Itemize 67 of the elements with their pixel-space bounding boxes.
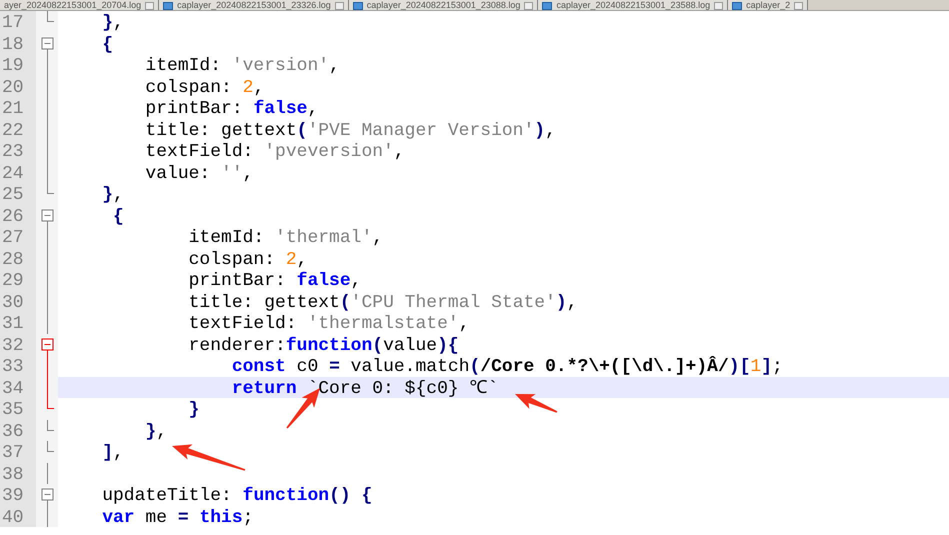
code-line: title: gettext('PVE Manager Version'), (144, 120, 556, 140)
code-line: return `Core 0: ${c0} ℃` (230, 378, 498, 398)
line-number: 27 (2, 228, 24, 248)
line-number: 35 (2, 400, 24, 420)
code-line: colspan: 2, (144, 78, 264, 97)
code-line: }, (101, 13, 124, 32)
tab-label: caplayer_20240822153001_23588.log (556, 1, 710, 10)
annotation-arrow (515, 394, 558, 413)
code-line: textField: 'pveversion', (144, 142, 405, 162)
close-icon[interactable] (145, 2, 154, 10)
close-icon[interactable] (334, 2, 344, 10)
code-line: ], (101, 443, 124, 462)
code-line: }, (101, 185, 124, 204)
line-number: 17 (2, 13, 24, 32)
line-number: 22 (2, 120, 24, 140)
line-number: 28 (2, 250, 24, 269)
code-line: colspan: 2, (188, 250, 308, 269)
code-line: var me = this; (101, 508, 254, 527)
code-line: { (112, 206, 124, 226)
code-line: updateTitle: function() { (101, 486, 372, 506)
line-number: 34 (2, 378, 24, 398)
code-line: title: gettext('CPU Thermal State'), (188, 292, 578, 312)
line-number: 26 (2, 206, 24, 226)
line-number: 30 (2, 292, 24, 312)
code-line: } (188, 400, 200, 420)
line-number: 39 (2, 486, 24, 506)
line-number: 29 (2, 271, 24, 290)
tab-label: caplayer_20240822153001_23088.log (366, 1, 520, 10)
file-icon (732, 2, 742, 10)
code-line: printBar: false, (188, 271, 362, 290)
file-tab[interactable]: caplayer_20240822153001_23588.log (538, 0, 728, 10)
code-line: itemId: 'thermal', (188, 228, 384, 248)
line-number: 37 (2, 443, 24, 462)
code-line: value: '', (144, 164, 254, 183)
code-line: textField: 'thermalstate', (188, 314, 470, 334)
file-tab[interactable]: caplayer_2 (728, 0, 808, 10)
code-line: const c0 = value.match(/Core 0.*?\+([\d\.]+)Â/)[1]; (230, 357, 783, 376)
code-line: printBar: false, (144, 99, 318, 118)
close-icon[interactable] (524, 2, 534, 10)
file-icon (163, 2, 174, 10)
code-line: { (101, 34, 114, 54)
line-number: 32 (2, 336, 24, 355)
tab-label: ayer_20240822153001_20704.log (4, 1, 142, 10)
line-number: 21 (2, 99, 24, 118)
line-number: 25 (2, 185, 24, 204)
close-icon[interactable] (714, 2, 724, 10)
code-line: itemId: 'version', (144, 56, 340, 76)
line-number: 24 (2, 164, 24, 183)
file-icon (542, 2, 552, 10)
line-number: 31 (2, 314, 24, 334)
line-number: 38 (2, 464, 24, 484)
file-icon (352, 2, 363, 10)
line-number: 40 (2, 508, 24, 527)
close-icon[interactable] (794, 2, 804, 10)
file-tab[interactable]: caplayer_20240822153001_23088.log (348, 0, 538, 10)
line-number: 33 (2, 357, 24, 376)
line-number: 36 (2, 422, 24, 441)
code-line: }, (144, 422, 168, 441)
line-number: 20 (2, 78, 24, 97)
line-number: 23 (2, 142, 24, 162)
line-number: 19 (2, 56, 24, 76)
tab-label: caplayer_2 (746, 1, 790, 10)
file-tab[interactable]: caplayer_20240822153001_23326.log (159, 0, 349, 10)
file-tab[interactable]: ayer_20240822153001_20704.log (0, 0, 160, 10)
line-number: 18 (2, 34, 24, 54)
code-line: renderer:function(value){ (188, 336, 459, 355)
tab-label: caplayer_20240822153001_23326.log (177, 1, 331, 10)
